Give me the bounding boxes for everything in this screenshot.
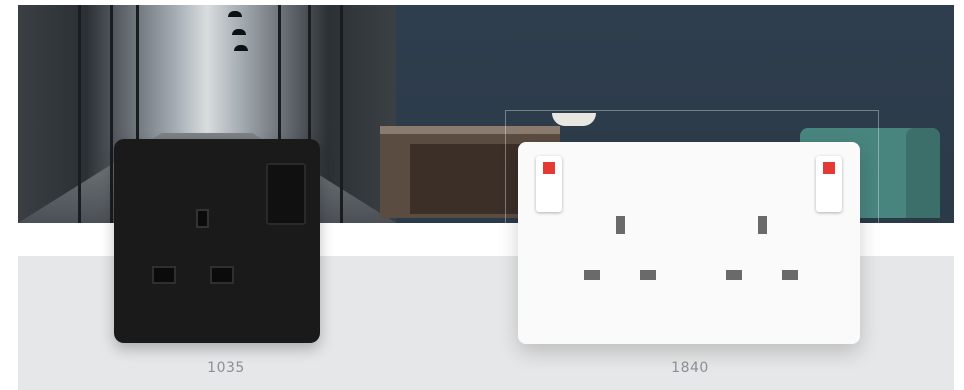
single-socket-black (114, 139, 320, 343)
glass-partition (340, 5, 343, 223)
sofa-arm (906, 128, 940, 218)
switch-indicator (823, 162, 835, 174)
rocker-switch (266, 163, 306, 225)
product-code-caption: 1035 (207, 360, 245, 376)
rocker-switch-right (816, 156, 842, 212)
switch-indicator (543, 162, 555, 174)
product-code-caption: 1840 (671, 360, 709, 376)
live-pin-slot (726, 270, 742, 280)
neutral-pin-slot (640, 270, 656, 280)
earth-pin-slot (616, 216, 625, 234)
live-pin-slot (152, 266, 176, 284)
decor-bowl (552, 113, 596, 126)
neutral-pin-slot (782, 270, 798, 280)
pendant-lamp (232, 29, 246, 35)
neutral-pin-slot (210, 266, 234, 284)
pendant-lamp (228, 11, 242, 17)
sideboard-top (380, 126, 560, 134)
product-showcase-image: 1035 1840 (0, 0, 964, 390)
glass-partition (110, 5, 113, 223)
rocker-switch-left (536, 156, 562, 212)
glass-partition (78, 5, 81, 223)
pendant-lamp (234, 45, 248, 51)
earth-pin-slot (196, 209, 209, 228)
double-socket-white (518, 142, 860, 344)
live-pin-slot (584, 270, 600, 280)
earth-pin-slot (758, 216, 767, 234)
